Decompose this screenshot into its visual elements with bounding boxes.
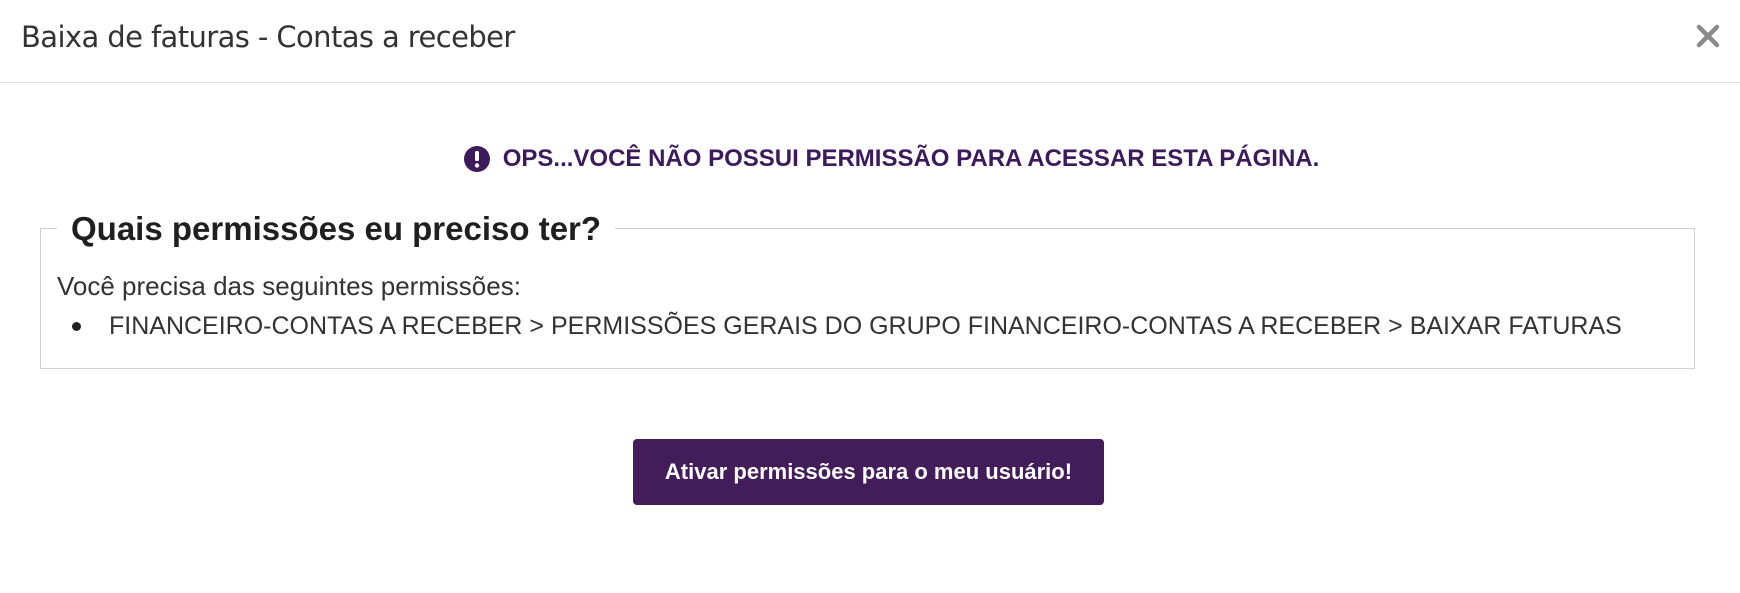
- bullet-icon: [72, 322, 81, 331]
- close-icon: [1688, 16, 1728, 56]
- exclamation-circle-icon: [463, 145, 491, 173]
- alert-message: OPS...VOCÊ NÃO POSSUI PERMISSÃO PARA ACE…: [502, 145, 1320, 172]
- permission-modal: Baixa de faturas - Contas a receber OPS.…: [0, 0, 1740, 593]
- permissions-fieldset: Quais permissões eu preciso ter? Você pr…: [40, 207, 1695, 369]
- permissions-intro: Você precisa das seguintes permissões:: [57, 271, 521, 301]
- modal-header: Baixa de faturas - Contas a receber: [0, 0, 1740, 83]
- permission-path: FINANCEIRO-CONTAS A RECEBER > PERMISSÕES…: [109, 312, 1622, 340]
- permissions-list: FINANCEIRO-CONTAS A RECEBER > PERMISSÕES…: [41, 309, 1622, 343]
- activate-permissions-button[interactable]: Ativar permissões para o meu usuário!: [633, 439, 1104, 505]
- close-button[interactable]: [1688, 16, 1728, 56]
- permission-alert: OPS...VOCÊ NÃO POSSUI PERMISSÃO PARA ACE…: [0, 141, 1740, 184]
- modal-title: Baixa de faturas - Contas a receber: [21, 20, 515, 54]
- list-item: FINANCEIRO-CONTAS A RECEBER > PERMISSÕES…: [41, 309, 1622, 343]
- permissions-legend: Quais permissões eu preciso ter?: [57, 207, 616, 251]
